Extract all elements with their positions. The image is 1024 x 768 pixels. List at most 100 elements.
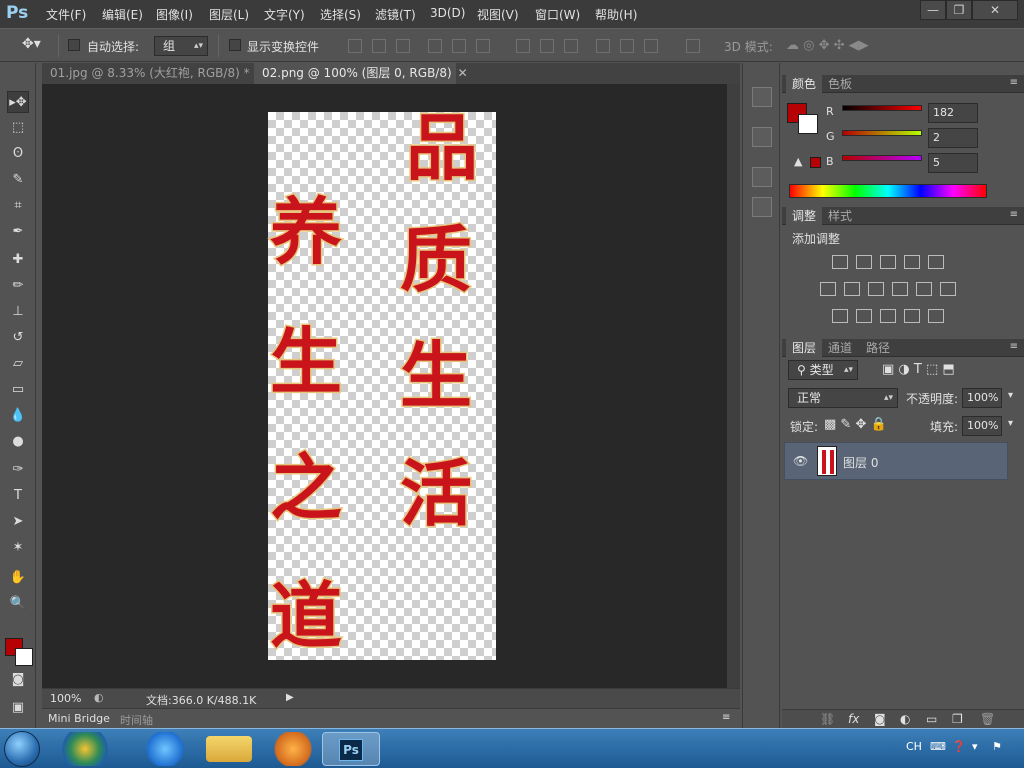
tab-paths[interactable]: 路径: [860, 339, 896, 357]
explorer-task-icon[interactable]: [206, 736, 252, 762]
curves-icon[interactable]: [880, 255, 896, 269]
fx-icon[interactable]: fx: [848, 712, 859, 726]
lock-icons[interactable]: ▩ ✎ ✥ 🔒: [824, 417, 887, 432]
distribute-top-icon[interactable]: [516, 39, 530, 53]
opacity-arrow-icon[interactable]: ▾: [1008, 390, 1013, 401]
filter-icons[interactable]: ▣ ◑ T ⬚ ⬒: [882, 362, 955, 377]
menu-edit[interactable]: 编辑(E): [102, 6, 143, 23]
g-value-field[interactable]: 2: [928, 128, 978, 148]
layer-name[interactable]: 图层 0: [843, 454, 878, 471]
media-player-task-icon[interactable]: [266, 732, 320, 766]
path-select-tool-icon[interactable]: ➤: [7, 511, 29, 533]
show-transform-checkbox[interactable]: [229, 39, 241, 51]
quick-select-tool-icon[interactable]: ✎: [7, 169, 29, 191]
tab-color[interactable]: 颜色: [786, 75, 823, 93]
properties-panel-icon[interactable]: [752, 127, 772, 147]
eraser-tool-icon[interactable]: ▱: [7, 353, 29, 375]
menu-file[interactable]: 文件(F): [46, 6, 86, 23]
levels-icon[interactable]: [856, 255, 872, 269]
minimize-button[interactable]: —: [920, 0, 946, 20]
menu-layer[interactable]: 图层(L): [209, 6, 249, 23]
gradient-tool-icon[interactable]: ▭: [7, 379, 29, 401]
invert-icon[interactable]: [832, 309, 848, 323]
move-tool-icon[interactable]: ✥▾: [22, 36, 41, 52]
gamut-swatch[interactable]: [810, 157, 821, 168]
blend-mode-dropdown[interactable]: 正常 ▴▾: [788, 388, 898, 408]
align-vcenter-icon[interactable]: [372, 39, 386, 53]
flag-icon[interactable]: ⚑: [992, 740, 1002, 753]
color-lookup-icon[interactable]: [940, 282, 956, 296]
brush-panel-icon[interactable]: [752, 167, 772, 187]
new-group-icon[interactable]: ▭: [926, 712, 937, 726]
eyedropper-tool-icon[interactable]: ✒: [7, 221, 29, 243]
tab-01-jpg[interactable]: 01.jpg @ 8.33% (大红袍, RGB/8) *✕: [42, 63, 266, 84]
distribute-hcenter-icon[interactable]: [620, 39, 634, 53]
distribute-vcenter-icon[interactable]: [540, 39, 554, 53]
menu-image[interactable]: 图像(I): [156, 6, 193, 23]
panel-menu-icon[interactable]: ≡: [1010, 77, 1018, 88]
vertical-scrollbar[interactable]: [727, 84, 740, 688]
warning-icon[interactable]: ▲: [794, 155, 802, 168]
panel-menu-icon[interactable]: ≡: [722, 712, 730, 723]
internet-explorer-task-icon[interactable]: [138, 732, 192, 766]
status-arrow-icon[interactable]: ▶: [286, 692, 294, 703]
black-white-icon[interactable]: [868, 282, 884, 296]
gradient-map-icon[interactable]: [928, 309, 944, 323]
align-top-icon[interactable]: [348, 39, 362, 53]
align-hcenter-icon[interactable]: [452, 39, 466, 53]
menu-3d[interactable]: 3D(D): [430, 6, 465, 20]
fill-field[interactable]: 100%: [962, 416, 1002, 436]
photo-viewer-task-icon[interactable]: [58, 732, 112, 766]
history-brush-tool-icon[interactable]: ↺: [7, 327, 29, 349]
restore-button[interactable]: ❐: [946, 0, 972, 20]
hue-sat-icon[interactable]: [820, 282, 836, 296]
r-value-field[interactable]: 182: [928, 103, 978, 123]
tab-swatches[interactable]: 色板: [822, 75, 858, 93]
menu-filter[interactable]: 滤镜(T): [375, 6, 416, 23]
b-slider[interactable]: [842, 155, 922, 161]
tool-presets-icon[interactable]: [752, 197, 772, 217]
auto-select-dropdown[interactable]: 组 ▴▾: [154, 36, 208, 56]
add-mask-icon[interactable]: ◙: [874, 712, 886, 726]
type-tool-icon[interactable]: T: [7, 485, 29, 507]
crop-tool-icon[interactable]: ⌗: [7, 195, 29, 217]
brightness-icon[interactable]: [832, 255, 848, 269]
tab-timeline[interactable]: 时间轴: [120, 712, 153, 728]
distribute-right-icon[interactable]: [644, 39, 658, 53]
dodge-tool-icon[interactable]: ●: [7, 431, 29, 453]
status-icon[interactable]: ◐: [94, 691, 104, 704]
layer-filter-dropdown[interactable]: ⚲ 类型 ▴▾: [788, 360, 858, 380]
panel-menu-icon[interactable]: ≡: [1010, 341, 1018, 352]
3d-mode-icons[interactable]: ☁ ◎ ✥ ✣ ◀▶: [786, 38, 869, 53]
menu-select[interactable]: 选择(S): [320, 6, 361, 23]
distribute-left-icon[interactable]: [596, 39, 610, 53]
menu-help[interactable]: 帮助(H): [595, 6, 637, 23]
color-balance-icon[interactable]: [844, 282, 860, 296]
photoshop-task-button[interactable]: Ps: [322, 732, 380, 766]
tray-icon[interactable]: ▾: [972, 740, 978, 753]
opacity-field[interactable]: 100%: [962, 388, 1002, 408]
tab-mini-bridge[interactable]: Mini Bridge: [48, 712, 110, 725]
color-spectrum-bar[interactable]: [789, 184, 987, 198]
vibrance-icon[interactable]: [928, 255, 944, 269]
move-tool-icon[interactable]: ▸✥: [7, 91, 29, 113]
help-icon[interactable]: ❓: [952, 740, 966, 753]
lasso-tool-icon[interactable]: ʘ: [7, 143, 29, 165]
keyboard-icon[interactable]: ⌨: [930, 740, 946, 753]
history-panel-icon[interactable]: [752, 87, 772, 107]
start-button[interactable]: [4, 731, 40, 767]
tab-layers[interactable]: 图层: [786, 339, 823, 357]
stamp-tool-icon[interactable]: ⊥: [7, 301, 29, 323]
tab-02-png[interactable]: 02.png @ 100% (图层 0, RGB/8) ✕: [254, 63, 468, 84]
new-layer-icon[interactable]: ❐: [952, 712, 963, 726]
selective-color-icon[interactable]: [904, 309, 920, 323]
language-indicator[interactable]: CH: [906, 740, 922, 753]
marquee-tool-icon[interactable]: ⬚: [7, 117, 29, 139]
close-button[interactable]: ✕: [972, 0, 1018, 20]
panel-menu-icon[interactable]: ≡: [1010, 209, 1018, 220]
menu-view[interactable]: 视图(V): [477, 6, 519, 23]
screen-mode-icon[interactable]: ▣: [7, 697, 29, 719]
exposure-icon[interactable]: [904, 255, 920, 269]
visibility-eye-icon[interactable]: 👁: [793, 454, 808, 468]
fill-arrow-icon[interactable]: ▾: [1008, 418, 1013, 429]
